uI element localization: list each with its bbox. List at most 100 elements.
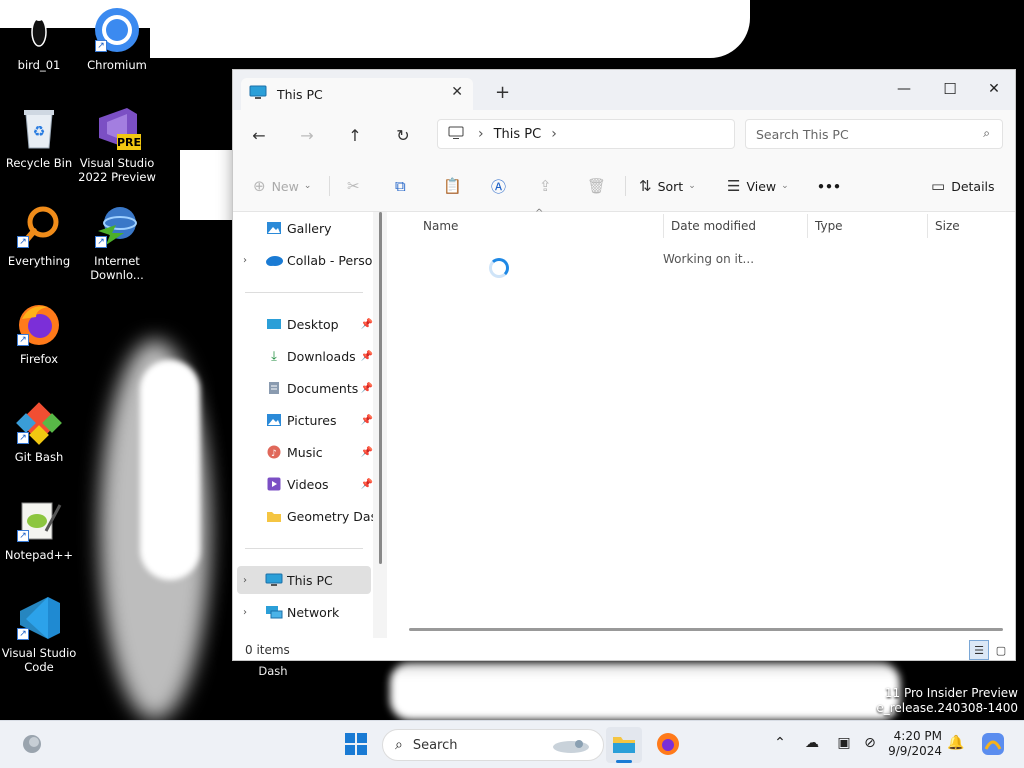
clock-time: 4:20 PM (893, 729, 942, 743)
desktop-icon-chromium[interactable]: ↗ Chromium (78, 6, 156, 72)
copilot-icon[interactable] (980, 731, 1006, 757)
content-horizontal-scrollbar[interactable] (409, 628, 1003, 631)
clock[interactable]: 4:20 PM 9/9/2024 (888, 729, 942, 759)
clock-date: 9/9/2024 (888, 744, 942, 758)
column-header-name[interactable]: Name (417, 212, 657, 240)
chevron-right-icon[interactable]: › (478, 126, 484, 142)
trash-icon: 🗑 (587, 177, 607, 195)
weather-widget-icon (21, 733, 43, 758)
sort-label: Sort (657, 178, 684, 194)
desktop-icon-internet-download-manager[interactable]: ↗ Internet Downlo... (78, 202, 156, 282)
breadcrumb-this-pc[interactable]: This PC (494, 127, 542, 142)
nav-item-desktop[interactable]: Desktop 📌 (233, 310, 375, 338)
copy-button[interactable]: ⧉ (395, 174, 412, 198)
share-button[interactable]: ⇪ (539, 174, 558, 198)
details-view-icon: ☰ (974, 643, 984, 657)
shortcut-arrow-icon: ↗ (17, 628, 29, 640)
nav-item-downloads[interactable]: ⤓ Downloads 📌 (233, 342, 375, 370)
chevron-right-icon[interactable]: › (243, 255, 247, 266)
nav-item-gallery[interactable]: Gallery (233, 214, 375, 242)
notification-bell-icon[interactable]: 🔔 (946, 735, 966, 755)
nav-item-documents[interactable]: Documents 📌 (233, 374, 375, 402)
forward-button[interactable]: → (293, 122, 321, 148)
downloads-icon: ⤓ (271, 348, 277, 364)
nav-item-pictures[interactable]: Pictures 📌 (233, 406, 375, 434)
chevron-down-icon: ⌄ (688, 181, 696, 191)
start-button[interactable] (338, 727, 374, 763)
minimize-button[interactable]: — (881, 74, 927, 104)
internet-download-manager-icon: ↗ (93, 202, 141, 250)
new-button[interactable]: ⊕ New ⌄ (253, 174, 311, 198)
nav-item-videos[interactable]: Videos 📌 (233, 470, 375, 498)
pin-icon: 📌 (360, 478, 373, 490)
back-button[interactable]: ← (245, 122, 273, 148)
command-bar: ⊕ New ⌄ ✂ ⧉ 📋 Ⓐ ⇪ 🗑 ⇅ Sort ⌄ ☰ View ⌄ ••… (233, 160, 1015, 212)
nav-item-onedrive[interactable]: › Collab - Personal (233, 246, 375, 274)
desktop-icon-vscode[interactable]: ↗ Visual Studio Code (0, 594, 78, 674)
close-window-button[interactable]: ✕ (971, 74, 1015, 104)
chevron-right-icon[interactable]: › (243, 575, 247, 586)
paste-button[interactable]: 📋 (443, 174, 468, 198)
desktop-icon-firefox[interactable]: ↗ Firefox (0, 300, 78, 366)
up-button[interactable]: ↑ (341, 122, 369, 148)
column-divider[interactable] (927, 214, 928, 238)
chevron-down-icon: ⌄ (781, 181, 789, 191)
desktop-icon-recycle-bin[interactable]: ♻ Recycle Bin (0, 104, 78, 170)
taskbar-search[interactable]: ⌕ Search (382, 729, 604, 761)
maximize-button[interactable]: ☐ (927, 74, 973, 104)
nav-item-this-pc[interactable]: › This PC (237, 566, 371, 594)
rename-button[interactable]: Ⓐ (491, 174, 512, 198)
taskbar-file-explorer[interactable] (606, 727, 642, 763)
taskbar-firefox[interactable] (650, 727, 686, 763)
onedrive-icon[interactable]: ☁ (802, 735, 822, 755)
address-bar[interactable]: › This PC › (437, 119, 735, 149)
desktop-icon-visual-studio[interactable]: PRE Visual Studio 2022 Preview (78, 104, 156, 184)
refresh-button[interactable]: ↻ (389, 122, 417, 148)
desktop-icon-geometry-dash[interactable]: Dash (234, 660, 312, 678)
cut-button[interactable]: ✂ (347, 174, 366, 198)
search-input[interactable] (756, 126, 966, 142)
svg-text:♻: ♻ (33, 124, 46, 140)
desktop-icon-git-bash[interactable]: ↗ Git Bash (0, 398, 78, 464)
nav-item-music[interactable]: ♪ Music 📌 (233, 438, 375, 466)
nav-scrollbar-thumb[interactable] (379, 212, 382, 564)
widgets-button[interactable] (14, 727, 50, 763)
shortcut-arrow-icon: ↗ (95, 40, 107, 52)
new-label: New (271, 178, 299, 194)
chevron-up-icon[interactable]: ⌃ (770, 735, 790, 755)
column-header-date-modified[interactable]: Date modified (665, 212, 805, 240)
close-tab-icon[interactable]: ✕ (451, 84, 463, 100)
display-icon[interactable]: ▣ (834, 735, 854, 755)
delete-button[interactable]: 🗑 (587, 174, 612, 198)
desktop-icon-notepad-plus-plus[interactable]: ↗ Notepad++ (0, 496, 78, 562)
see-more-button[interactable]: ••• (817, 174, 841, 198)
shortcut-arrow-icon: ↗ (17, 530, 29, 542)
tab-this-pc[interactable]: This PC ✕ (241, 78, 473, 110)
status-bar: 0 items ☰ ▢ (233, 638, 1015, 660)
desktop-icon-label: Internet Downlo... (90, 254, 144, 282)
chevron-right-icon[interactable]: › (243, 607, 247, 618)
nav-item-geometry-dash[interactable]: Geometry Dash (233, 502, 375, 530)
chevron-right-icon[interactable]: › (551, 126, 557, 142)
column-divider[interactable] (807, 214, 808, 238)
column-header-size[interactable]: Size (929, 212, 1009, 240)
view-button[interactable]: ☰ View ⌄ (727, 174, 789, 198)
network-off-icon[interactable]: ⊘ (860, 735, 880, 755)
desktop-icon-everything[interactable]: ↗ Everything (0, 202, 78, 268)
new-tab-button[interactable]: + (495, 82, 510, 103)
details-label: Details (951, 178, 995, 194)
column-divider[interactable] (663, 214, 664, 238)
nav-item-label: Gallery (287, 220, 332, 236)
desktop-icon-bird[interactable]: bird_01 (0, 6, 78, 72)
item-count: 0 items (245, 643, 290, 657)
column-header-type[interactable]: Type (809, 212, 925, 240)
nav-item-label: This PC (287, 572, 333, 588)
recycle-bin-icon: ♻ (15, 104, 63, 152)
search-box[interactable]: ⌕ (745, 119, 1003, 149)
sort-button[interactable]: ⇅ Sort ⌄ (639, 174, 696, 198)
nav-item-label: Network (287, 604, 340, 620)
details-view-button[interactable]: ☰ (969, 640, 989, 660)
details-button[interactable]: ▭ Details (931, 174, 995, 198)
tiles-view-button[interactable]: ▢ (991, 640, 1011, 660)
nav-item-network[interactable]: › Network (233, 598, 375, 626)
